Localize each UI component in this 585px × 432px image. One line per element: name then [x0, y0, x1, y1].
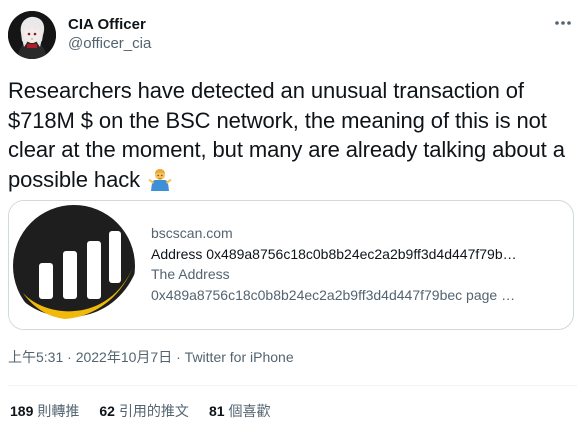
retweets-count: 189	[10, 403, 34, 419]
quotes-stat[interactable]: 62 引用的推文	[99, 402, 189, 420]
author-handle[interactable]: @officer_cia	[68, 34, 151, 54]
bscscan-logo	[9, 201, 139, 329]
card-title: Address 0x489a8756c18c0b8b24ec2a2b9ff3d4…	[151, 245, 517, 262]
card-subtitle: The Address	[151, 266, 230, 282]
link-preview-card[interactable]: bscscan.com Address 0x489a8756c18c0b8b24…	[8, 200, 574, 330]
tweet-stats: 189 則轉推 62 引用的推文 81 個喜歡	[10, 402, 271, 420]
card-description: 0x489a8756c18c0b8b24ec2a2b9ff3d4d447f79b…	[151, 286, 516, 303]
tweet-timestamp[interactable]: 上午5:31 · 2022年10月7日	[8, 349, 172, 365]
likes-stat[interactable]: 81 個喜歡	[209, 402, 271, 420]
tweet-header: CIA Officer @officer_cia	[8, 11, 577, 61]
tweet-meta: 上午5:31 · 2022年10月7日 · Twitter for iPhone	[8, 348, 294, 366]
tweet-body: Researchers have detected an unusual tra…	[8, 78, 565, 192]
quotes-count: 62	[99, 403, 115, 419]
card-text: bscscan.com Address 0x489a8756c18c0b8b24…	[151, 223, 561, 305]
card-domain: bscscan.com	[151, 225, 233, 241]
meta-separator: ·	[176, 349, 181, 365]
person-shrugging-icon	[148, 167, 173, 199]
divider	[8, 385, 577, 386]
author-names: CIA Officer @officer_cia	[68, 16, 151, 54]
tweet-text: Researchers have detected an unusual tra…	[8, 76, 574, 198]
more-options-icon[interactable]	[551, 13, 575, 33]
likes-count: 81	[208, 403, 225, 419]
retweets-stat[interactable]: 189 則轉推	[10, 402, 79, 420]
tweet-date: 2022年10月7日	[75, 349, 173, 365]
tweet-source[interactable]: Twitter for iPhone	[185, 349, 294, 365]
quotes-label: 引用的推文	[118, 403, 189, 419]
author-display-name[interactable]: CIA Officer	[68, 16, 151, 34]
meta-separator: ·	[67, 349, 72, 365]
retweets-label: 則轉推	[37, 403, 80, 419]
avatar[interactable]	[8, 11, 56, 59]
tweet-time: 上午5:31	[8, 349, 64, 365]
likes-label: 個喜歡	[228, 403, 271, 419]
